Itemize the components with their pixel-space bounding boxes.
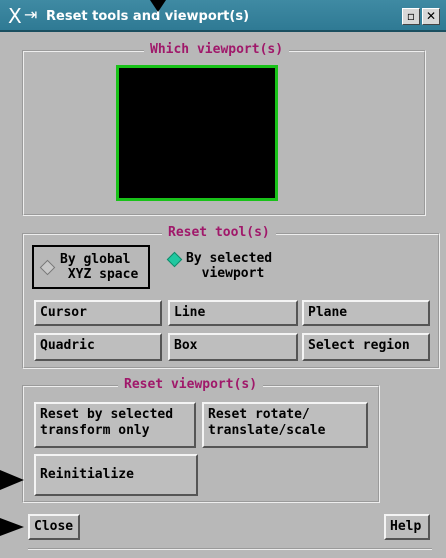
arrow-to-reinitialize-icon [0, 470, 24, 490]
annotation-arrows [0, 0, 166, 536]
arrow-to-close-icon [0, 518, 24, 536]
arrow-to-title-icon [150, 0, 166, 12]
